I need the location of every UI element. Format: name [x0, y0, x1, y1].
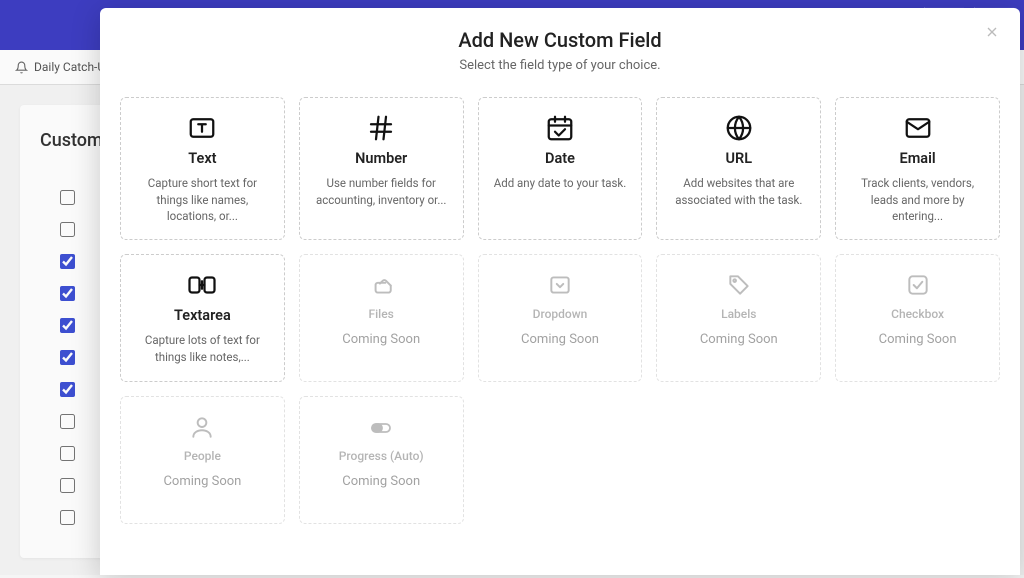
- modal-title: Add New Custom Field: [120, 28, 1000, 52]
- labels-icon: [726, 269, 752, 301]
- field-card-desc: Coming Soon: [700, 331, 778, 350]
- field-card-checkbox: Checkbox Coming Soon: [835, 254, 1000, 382]
- field-card-date[interactable]: Date Add any date to your task.: [478, 97, 643, 240]
- close-button[interactable]: [984, 24, 1000, 40]
- field-card-title: Textarea: [174, 307, 231, 324]
- date-icon: [545, 112, 575, 144]
- field-type-grid: Text Capture short text for things like n…: [120, 97, 1000, 524]
- number-icon: [366, 112, 396, 144]
- field-card-progress: Progress (Auto) Coming Soon: [299, 396, 464, 524]
- field-card-url[interactable]: URL Add websites that are associated with…: [656, 97, 821, 240]
- checkbox-icon: [905, 269, 931, 301]
- field-card-title: Dropdown: [533, 307, 588, 321]
- field-card-people: People Coming Soon: [120, 396, 285, 524]
- progress-icon: [367, 411, 395, 443]
- textarea-icon: [187, 269, 217, 301]
- field-card-labels: Labels Coming Soon: [656, 254, 821, 382]
- field-card-desc: Track clients, vendors, leads and more b…: [846, 175, 989, 225]
- people-icon: [189, 411, 215, 443]
- field-card-desc: Coming Soon: [163, 473, 241, 492]
- field-card-desc: Add any date to your task.: [494, 175, 627, 192]
- field-card-email[interactable]: Email Track clients, vendors, leads and m…: [835, 97, 1000, 240]
- modal-subtitle: Select the field type of your choice.: [120, 58, 1000, 73]
- field-card-desc: Capture lots of text for things like not…: [131, 332, 274, 365]
- field-card-title: Email: [900, 150, 936, 167]
- email-icon: [903, 112, 933, 144]
- field-card-files: Files Coming Soon: [299, 254, 464, 382]
- field-card-desc: Capture short text for things like names…: [131, 175, 274, 225]
- add-custom-field-modal: Add New Custom Field Select the field ty…: [100, 8, 1020, 575]
- field-card-desc: Coming Soon: [342, 473, 420, 492]
- field-card-title: Files: [369, 307, 394, 321]
- text-icon: [187, 112, 217, 144]
- field-card-dropdown: Dropdown Coming Soon: [478, 254, 643, 382]
- field-card-title: Date: [545, 150, 575, 167]
- field-card-desc: Add websites that are associated with th…: [667, 175, 810, 208]
- field-card-title: Labels: [721, 307, 756, 321]
- url-icon: [724, 112, 754, 144]
- field-card-desc: Coming Soon: [342, 331, 420, 350]
- field-card-title: Checkbox: [891, 307, 944, 321]
- files-icon: [368, 269, 394, 301]
- field-card-title: Progress (Auto): [339, 449, 424, 463]
- field-card-text[interactable]: Text Capture short text for things like n…: [120, 97, 285, 240]
- field-card-title: URL: [726, 150, 753, 167]
- field-card-desc: Coming Soon: [521, 331, 599, 350]
- field-card-title: Number: [355, 150, 407, 167]
- field-card-desc: Use number fields for accounting, invent…: [310, 175, 453, 208]
- dropdown-icon: [547, 269, 573, 301]
- field-card-number[interactable]: Number Use number fields for accounting, …: [299, 97, 464, 240]
- field-card-title: People: [184, 449, 221, 463]
- field-card-textarea[interactable]: Textarea Capture lots of text for things …: [120, 254, 285, 382]
- field-card-title: Text: [188, 150, 216, 167]
- field-card-desc: Coming Soon: [879, 331, 957, 350]
